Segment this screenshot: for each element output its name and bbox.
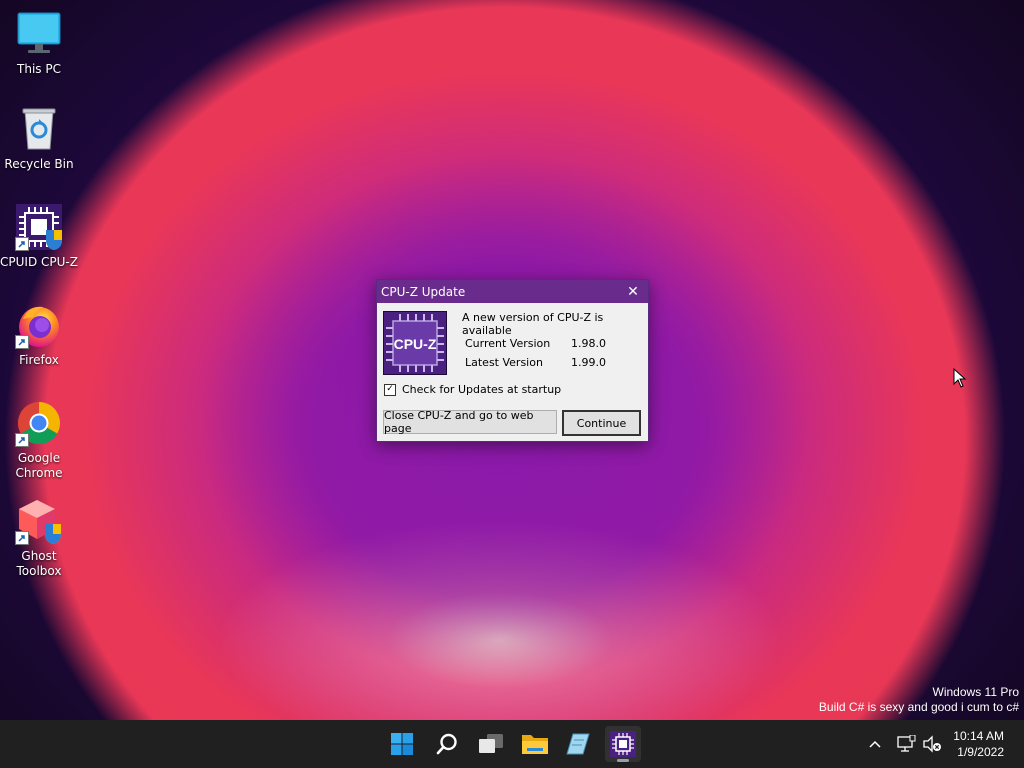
clock-time: 10:14 AM	[953, 729, 1004, 743]
check-updates-label: Check for Updates at startup	[402, 383, 562, 396]
check-updates-checkbox[interactable]: ✓	[384, 383, 396, 396]
tray-overflow-button[interactable]	[868, 720, 882, 768]
dialog-titlebar[interactable]: CPU-Z Update	[377, 280, 648, 303]
latest-version-row: Latest Version 1.99.0	[465, 356, 606, 369]
check-updates-row[interactable]: ✓ Check for Updates at startup	[384, 383, 561, 396]
desktop-icon-label: Recycle Bin	[4, 157, 74, 171]
search-button[interactable]	[429, 726, 465, 762]
dialog-title: CPU-Z Update	[381, 284, 466, 299]
start-button[interactable]	[384, 726, 420, 762]
task-view-icon	[479, 734, 503, 753]
search-icon	[436, 733, 457, 755]
file-explorer-button[interactable]	[517, 726, 553, 762]
close-and-go-to-web-button[interactable]: Close CPU-Z and go to web page	[383, 409, 557, 435]
file-explorer-icon	[522, 735, 548, 754]
desktop-icon-google-chrome[interactable]: Google Chrome	[0, 399, 78, 481]
continue-button[interactable]: Continue	[562, 410, 641, 436]
update-message: A new version of CPU-Z is available	[462, 311, 604, 337]
current-version-label: Current Version	[465, 337, 551, 350]
latest-version-value: 1.99.0	[571, 356, 606, 369]
latest-version-label: Latest Version	[465, 356, 543, 369]
firefox-icon	[15, 301, 63, 349]
mouse-cursor-icon	[953, 367, 967, 392]
active-app-indicator	[617, 759, 629, 762]
network-button[interactable]	[896, 720, 916, 768]
shortcut-arrow-icon	[15, 335, 29, 349]
watermark-build: Build C# is sexy and good i cum to c#	[818, 700, 1019, 714]
windows-watermark: Windows 11 Pro Build C# is sexy and good…	[819, 685, 1019, 715]
desktop-icon-this-pc[interactable]: This PC	[0, 10, 78, 77]
taskbar: 10:14 AM 1/9/2022	[0, 720, 1024, 768]
desktop-icon-label-line2: Toolbox	[16, 564, 62, 578]
desktop-icon-label-line1: Google	[17, 451, 61, 465]
current-version-row: Current Version 1.98.0	[465, 337, 606, 350]
cpuz-logo-text: CPU-Z	[394, 336, 437, 352]
chevron-up-icon	[869, 740, 881, 748]
ghost-toolbox-icon	[15, 497, 63, 545]
desktop-icon-label: This PC	[17, 62, 61, 76]
cpuz-icon	[610, 731, 636, 757]
shortcut-arrow-icon	[15, 433, 29, 447]
current-version-value: 1.98.0	[571, 337, 606, 350]
monitor-icon	[15, 10, 63, 58]
close-icon: ✕	[627, 283, 639, 300]
watermark-edition: Windows 11 Pro	[932, 685, 1019, 699]
cpuz-icon	[15, 203, 63, 251]
desktop-icon-firefox[interactable]: Firefox	[0, 301, 78, 368]
network-icon	[897, 735, 916, 752]
desktop-icon-label: Firefox	[19, 353, 59, 367]
speaker-muted-icon	[923, 735, 941, 753]
desktop-icon-label-line2: Chrome	[15, 466, 63, 480]
cpuz-update-dialog: CPU-Z Update ✕ CPU-Z A new version of CP…	[376, 279, 649, 442]
volume-button[interactable]	[922, 720, 942, 768]
shortcut-arrow-icon	[15, 237, 29, 251]
clock[interactable]: 10:14 AM 1/9/2022	[953, 728, 1004, 760]
desktop-icon-recycle-bin[interactable]: Recycle Bin	[0, 105, 78, 172]
cpuz-logo: CPU-Z	[383, 311, 447, 375]
recycle-bin-icon	[15, 105, 63, 153]
desktop-icon-label-line1: Ghost	[21, 549, 57, 563]
cpuz-taskbar-button[interactable]	[605, 726, 641, 762]
chrome-icon	[15, 399, 63, 447]
desktop-icon-label: CPUID CPU-Z	[0, 255, 78, 269]
notepad-icon	[566, 733, 590, 755]
desktop-icon-ghost-toolbox[interactable]: Ghost Toolbox	[0, 497, 78, 579]
close-button[interactable]: ✕	[618, 280, 648, 303]
start-icon	[391, 733, 413, 755]
task-view-button[interactable]	[473, 726, 509, 762]
clock-date: 1/9/2022	[957, 745, 1004, 759]
shortcut-arrow-icon	[15, 531, 29, 545]
desktop-icon-cpuz[interactable]: CPUID CPU-Z	[0, 203, 78, 270]
notepad-button[interactable]	[560, 726, 596, 762]
